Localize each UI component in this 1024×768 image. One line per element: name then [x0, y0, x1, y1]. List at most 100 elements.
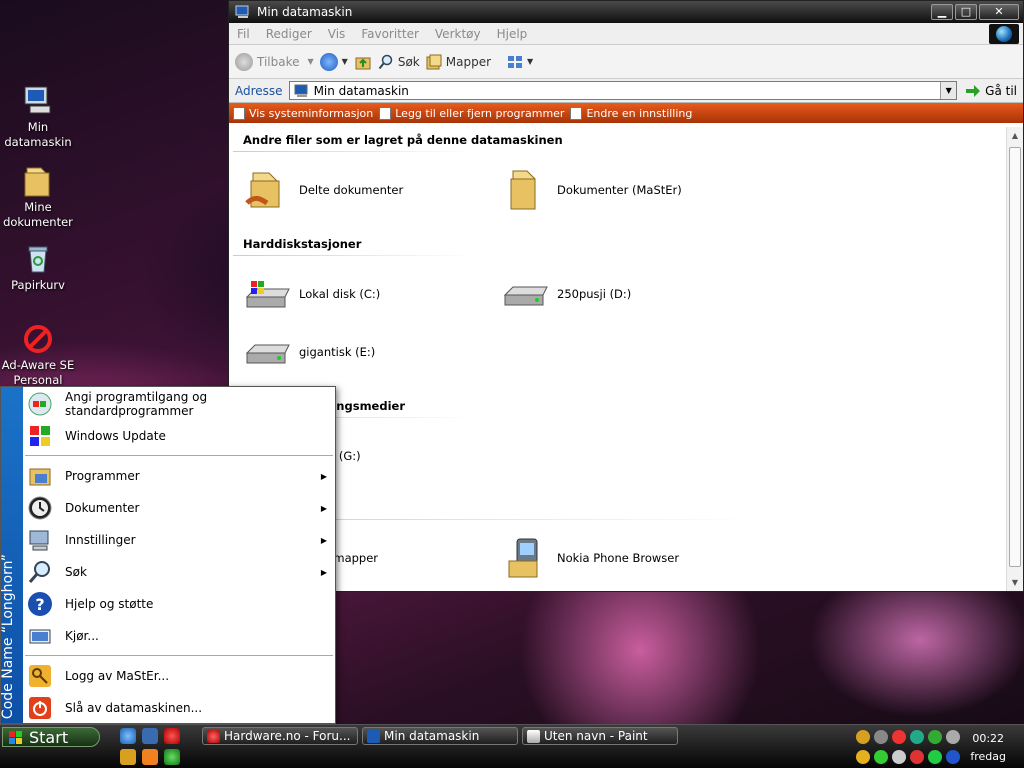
desktop-icon-my-computer[interactable]: Min datamaskin	[0, 84, 76, 150]
vlc-icon[interactable]	[142, 749, 158, 765]
menu-tools[interactable]: Verktøy	[427, 27, 489, 41]
tray-disk-icon[interactable]	[874, 730, 888, 744]
tray-antivirus-icon[interactable]	[910, 750, 924, 764]
maximize-button[interactable]: □	[955, 4, 977, 20]
item-nokia-phone-browser[interactable]: Nokia Phone Browser	[503, 535, 679, 581]
views-button[interactable]: ▼	[507, 55, 533, 69]
clock[interactable]: 00:22 fredag	[970, 730, 1006, 766]
back-button[interactable]: Tilbake ▼	[235, 52, 314, 71]
task-add-remove-programs[interactable]: Legg til eller fjern programmer	[379, 106, 565, 120]
up-folder-icon	[355, 57, 371, 69]
address-input[interactable]: Min datamaskin ▼	[288, 81, 958, 100]
internet-explorer-icon[interactable]	[120, 728, 136, 744]
menu-view[interactable]: Vis	[320, 27, 354, 41]
desktop-icon-my-documents[interactable]: Mine dokumenter	[0, 164, 76, 230]
tray-gear-icon[interactable]	[892, 750, 906, 764]
submenu-arrow-icon: ▶	[320, 567, 327, 577]
pen-icon[interactable]	[120, 749, 136, 765]
search-button[interactable]: Søk	[378, 54, 420, 70]
menu-edit[interactable]: Rediger	[258, 27, 320, 41]
system-drive-icon	[245, 281, 290, 308]
task-label: Min datamaskin	[384, 729, 480, 743]
scroll-up-icon[interactable]: ▲	[1007, 131, 1023, 140]
computer-icon	[24, 86, 51, 114]
minimize-button[interactable]: ▁	[931, 4, 953, 20]
programs-folder-icon	[29, 468, 51, 486]
menu-help[interactable]: Hjelp	[489, 27, 536, 41]
clock-day: fredag	[970, 750, 1006, 763]
menu-item-log-off[interactable]: Logg av MaStEr...	[23, 661, 335, 691]
green-app-icon[interactable]	[164, 749, 180, 765]
close-button[interactable]: ✕	[979, 4, 1019, 20]
views-icon	[508, 55, 523, 68]
svg-text:?: ?	[35, 595, 44, 614]
show-desktop-icon[interactable]	[142, 728, 158, 744]
item-shared-documents[interactable]: Delte dokumenter	[245, 167, 403, 213]
task-system-info[interactable]: Vis systeminformasjon	[233, 106, 374, 120]
taskbar-task-paint[interactable]: Uten navn - Paint	[522, 727, 678, 745]
desktop-icon-recycle-bin[interactable]: Papirkurv	[0, 242, 76, 293]
media-player-icon[interactable]	[164, 728, 180, 744]
menu-item-help[interactable]: ? Hjelp og støtte	[23, 589, 335, 619]
submenu-arrow-icon: ▶	[320, 535, 327, 545]
control-panel-icon	[570, 106, 583, 120]
tray-security-icon[interactable]	[892, 730, 906, 744]
menu-item-run[interactable]: Kjør...	[23, 621, 335, 651]
tray-sync-icon[interactable]	[874, 750, 888, 764]
start-button[interactable]: Start	[2, 727, 100, 747]
scroll-down-icon[interactable]: ▼	[1007, 578, 1023, 587]
menu-item-windows-update[interactable]: Windows Update	[23, 421, 335, 451]
item-disk-c[interactable]: Lokal disk (C:)	[245, 271, 380, 317]
menu-item-programs[interactable]: Programmer ▶	[23, 461, 335, 491]
tray-network-icon[interactable]	[910, 730, 924, 744]
chevron-down-icon[interactable]: ▼	[308, 57, 314, 66]
tray-messenger-icon[interactable]	[928, 730, 942, 744]
folders-button[interactable]: Mapper	[426, 54, 491, 70]
system-info-icon	[233, 106, 245, 120]
menu-file[interactable]: Fil	[229, 27, 258, 41]
search-label: Søk	[397, 54, 420, 69]
bluetooth-icon[interactable]	[946, 750, 960, 764]
tray-pen-icon[interactable]	[856, 730, 870, 744]
sidebar-text: Code Name “Longhorn”	[0, 553, 16, 719]
taskbar-task-my-computer[interactable]: Min datamaskin	[362, 727, 518, 745]
item-disk-d[interactable]: 250pusji (D:)	[503, 271, 631, 317]
task-label: Vis systeminformasjon	[249, 106, 374, 120]
up-folder-button[interactable]	[354, 53, 372, 71]
chevron-down-icon[interactable]: ▼	[342, 57, 348, 66]
menu-separator	[25, 455, 333, 456]
menu-item-shut-down[interactable]: Slå av datamaskinen...	[23, 693, 335, 723]
start-menu-sidebar: Code Name “Longhorn”	[0, 387, 23, 723]
desktop-icon-ad-aware[interactable]: Ad-Aware SE Personal	[0, 322, 76, 388]
forward-button[interactable]: ▼	[319, 52, 348, 71]
task-label: Legg til eller fjern programmer	[395, 106, 565, 120]
menu-item-label: Søk	[65, 565, 87, 579]
menu-item-program-access[interactable]: Angi programtilgang og standardprogramme…	[23, 389, 335, 419]
power-icon	[29, 697, 51, 719]
task-label: Endre en innstilling	[586, 106, 693, 120]
scroll-thumb[interactable]	[1009, 147, 1021, 567]
title-bar[interactable]: Min datamaskin ▁ □ ✕	[229, 1, 1023, 23]
menu-item-search[interactable]: Søk ▶	[23, 557, 335, 587]
explorer-window[interactable]: Min datamaskin ▁ □ ✕ Fil Rediger Vis Fav…	[228, 0, 1024, 592]
tray-green-icon[interactable]	[928, 750, 942, 764]
task-change-setting[interactable]: Endre en innstilling	[570, 106, 693, 120]
clock-icon	[28, 496, 52, 520]
address-dropdown-icon[interactable]: ▼	[940, 82, 957, 99]
vertical-scrollbar[interactable]: ▲ ▼	[1006, 127, 1023, 591]
menu-favorites[interactable]: Favoritter	[353, 27, 427, 41]
paint-icon	[527, 729, 540, 743]
go-button[interactable]: Gå til	[957, 84, 1023, 98]
start-menu: Code Name “Longhorn” Angi programtilgang…	[0, 386, 336, 724]
taskbar: Start Hardware.no - Foru... Min datamask…	[0, 724, 1024, 768]
item-master-documents[interactable]: Dokumenter (MaStEr)	[503, 167, 682, 213]
menu-item-documents[interactable]: Dokumenter ▶	[23, 493, 335, 523]
item-label: Lokal disk (C:)	[299, 287, 381, 301]
menu-item-settings[interactable]: Innstillinger ▶	[23, 525, 335, 555]
search-icon	[378, 54, 393, 69]
menu-item-label: Programmer	[65, 469, 140, 483]
taskbar-task-hardware[interactable]: Hardware.no - Foru...	[202, 727, 358, 745]
volume-icon[interactable]	[946, 730, 960, 744]
tray-arrow-icon[interactable]	[856, 750, 870, 764]
item-disk-e[interactable]: gigantisk (E:)	[245, 329, 375, 375]
